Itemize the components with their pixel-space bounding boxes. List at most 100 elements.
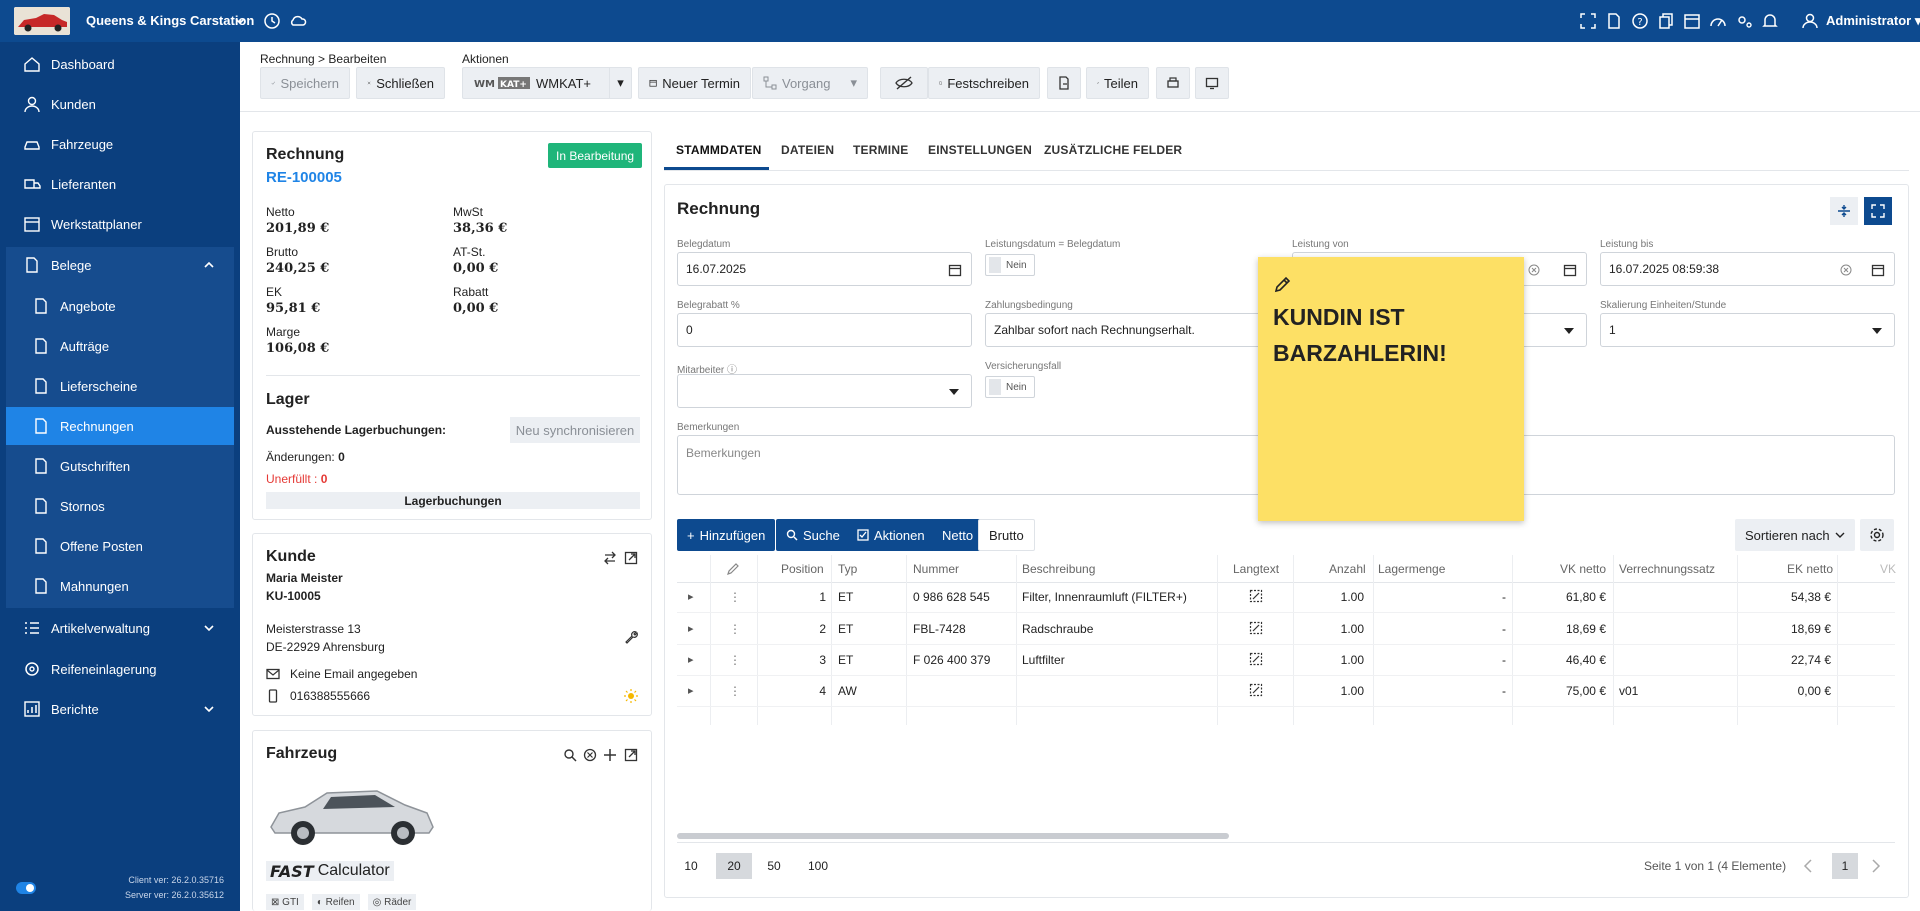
longtext-icon[interactable] [1249, 621, 1263, 635]
sun-icon[interactable] [624, 689, 638, 703]
row-menu-icon[interactable]: ⋮ [729, 622, 741, 636]
skalierung-select[interactable]: 1 [1600, 313, 1895, 347]
mitarbeiter-select[interactable] [677, 374, 972, 408]
horizontal-scrollbar[interactable] [677, 833, 1229, 839]
chevron-down-icon[interactable] [234, 15, 246, 27]
sidebar-item-auftraege[interactable]: Aufträge [0, 327, 234, 365]
tab-dateien[interactable]: DATEIEN [781, 143, 834, 157]
table-row[interactable] [677, 615, 1895, 645]
customer-name[interactable]: Maria Meister [266, 571, 343, 585]
close-button[interactable]: Schließen [356, 67, 445, 99]
pencil-icon[interactable] [1274, 275, 1292, 293]
col-langtext[interactable]: Langtext [1233, 562, 1279, 576]
plus-icon[interactable] [603, 748, 617, 762]
longtext-icon[interactable] [1249, 652, 1263, 666]
sidebar-item-mahnungen[interactable]: Mahnungen [0, 567, 234, 605]
col-position[interactable]: Position [781, 562, 824, 576]
tab-zusaetzliche-felder[interactable]: ZUSÄTZLICHE FELDER [1044, 143, 1182, 157]
belegdatum-input[interactable]: 16.07.2025 [677, 252, 972, 286]
expand-row-icon[interactable]: ▸ [688, 590, 694, 603]
calendar-icon[interactable] [1682, 11, 1702, 31]
expand-view-button[interactable] [1864, 197, 1892, 225]
customer-phone[interactable]: 016388555666 [290, 689, 370, 703]
app-title[interactable]: Queens & Kings Carstation [86, 13, 254, 28]
row-menu-icon[interactable]: ⋮ [729, 684, 741, 698]
resync-button[interactable]: Neu synchronisieren [510, 417, 640, 443]
current-page[interactable]: 1 [1832, 853, 1858, 879]
share-button[interactable]: Teilen [1086, 67, 1149, 99]
save-button[interactable]: Speichern [260, 67, 350, 99]
stock-bookings-button[interactable]: Lagerbuchungen [266, 492, 640, 509]
sidebar-item-fahrzeuge[interactable]: Fahrzeuge [0, 125, 234, 163]
table-row[interactable] [677, 677, 1895, 707]
search-icon[interactable] [563, 748, 577, 762]
col-typ[interactable]: Typ [838, 562, 857, 576]
search-button[interactable]: Suche [776, 519, 850, 551]
page-size-20[interactable]: 20 [716, 853, 752, 879]
prev-page-icon[interactable] [1802, 859, 1814, 873]
sidebar-item-rechnungen[interactable]: Rechnungen [6, 407, 234, 445]
chip-reifen[interactable]: ◐ Reifen [311, 894, 360, 910]
sidebar-item-artikelverwaltung[interactable]: Artikelverwaltung [0, 609, 234, 647]
table-row[interactable] [677, 646, 1895, 676]
fullscreen-icon[interactable] [1578, 11, 1598, 31]
process-button[interactable]: Vorgang ▾ [752, 67, 868, 99]
row-menu-icon[interactable]: ⋮ [729, 590, 741, 604]
sidebar-item-dashboard[interactable]: Dashboard [0, 45, 234, 83]
longtext-icon[interactable] [1249, 683, 1263, 697]
user-icon[interactable] [1800, 11, 1820, 31]
page-size-50[interactable]: 50 [760, 853, 788, 879]
help-icon[interactable]: ? [1630, 11, 1650, 31]
chip-raeder[interactable]: ◎ Räder [367, 894, 417, 910]
remove-circle-icon[interactable] [583, 748, 597, 762]
wmkat-button[interactable]: WM KAT+ WMKAT+ ▾ [462, 67, 632, 99]
sidebar-item-gutschriften[interactable]: Gutschriften [0, 447, 234, 485]
calendar-icon[interactable] [1563, 263, 1577, 277]
chip-gti[interactable]: ⊠ GTI [266, 894, 304, 910]
row-menu-icon[interactable]: ⋮ [729, 653, 741, 667]
open-external-icon[interactable] [624, 748, 638, 762]
table-row[interactable] [677, 583, 1895, 613]
col-lagermenge[interactable]: Lagermenge [1378, 562, 1445, 576]
swap-customer-icon[interactable] [603, 551, 617, 565]
document-icon[interactable] [1604, 11, 1624, 31]
calendar-icon[interactable] [1871, 263, 1885, 277]
col-vk[interactable]: VK [1880, 562, 1896, 576]
table-settings-button[interactable] [1860, 519, 1894, 551]
settings-icon[interactable] [1734, 11, 1754, 31]
sidebar-item-stornos[interactable]: Stornos [0, 487, 234, 525]
sidebar-item-werkstattplaner[interactable]: Werkstattplaner [0, 205, 234, 243]
new-appointment-button[interactable]: Neuer Termin [638, 67, 751, 99]
finalize-button[interactable]: Festschreiben [928, 67, 1040, 99]
user-menu[interactable]: Administrator ▾ [1826, 13, 1920, 29]
leistungsdatum-toggle[interactable]: Nein [985, 254, 1035, 276]
sidebar-item-berichte[interactable]: Berichte [0, 690, 234, 728]
clear-icon[interactable] [1528, 264, 1540, 276]
sidebar-item-kunden[interactable]: Kunden [0, 85, 234, 123]
col-vk-netto[interactable]: VK netto [1560, 562, 1606, 576]
versicherung-toggle[interactable]: Nein [985, 376, 1035, 398]
col-nummer[interactable]: Nummer [913, 562, 959, 576]
tab-stammdaten[interactable]: STAMMDATEN [676, 143, 762, 157]
visibility-button[interactable] [880, 67, 928, 99]
open-external-icon[interactable] [624, 551, 638, 565]
expand-row-icon[interactable]: ▸ [688, 622, 694, 635]
expand-row-icon[interactable]: ▸ [688, 653, 694, 666]
bell-icon[interactable] [1760, 11, 1780, 31]
gauge-icon[interactable] [1708, 11, 1728, 31]
brutto-toggle[interactable]: Brutto [978, 519, 1035, 551]
print-button[interactable] [1156, 67, 1190, 99]
tab-einstellungen[interactable]: EINSTELLUNGEN [928, 143, 1032, 157]
compact-view-button[interactable] [1830, 197, 1858, 225]
sidebar-item-belege[interactable]: Belege [0, 246, 234, 284]
screen-button[interactable] [1195, 67, 1229, 99]
zahlung-select[interactable]: Zahlbar sofort nach Rechnungserhalt. [985, 313, 1280, 347]
col-verrechnungssatz[interactable]: Verrechnungssatz [1619, 562, 1715, 576]
longtext-icon[interactable] [1249, 589, 1263, 603]
sidebar-item-reifeneinlagerung[interactable]: Reifeneinlagerung [0, 650, 234, 688]
cloud-sync-icon[interactable] [288, 11, 308, 31]
col-ek-netto[interactable]: EK netto [1787, 562, 1833, 576]
sort-dropdown[interactable]: Sortieren nach [1735, 519, 1855, 551]
col-beschreibung[interactable]: Beschreibung [1022, 562, 1095, 576]
wrench-icon[interactable] [624, 630, 638, 644]
